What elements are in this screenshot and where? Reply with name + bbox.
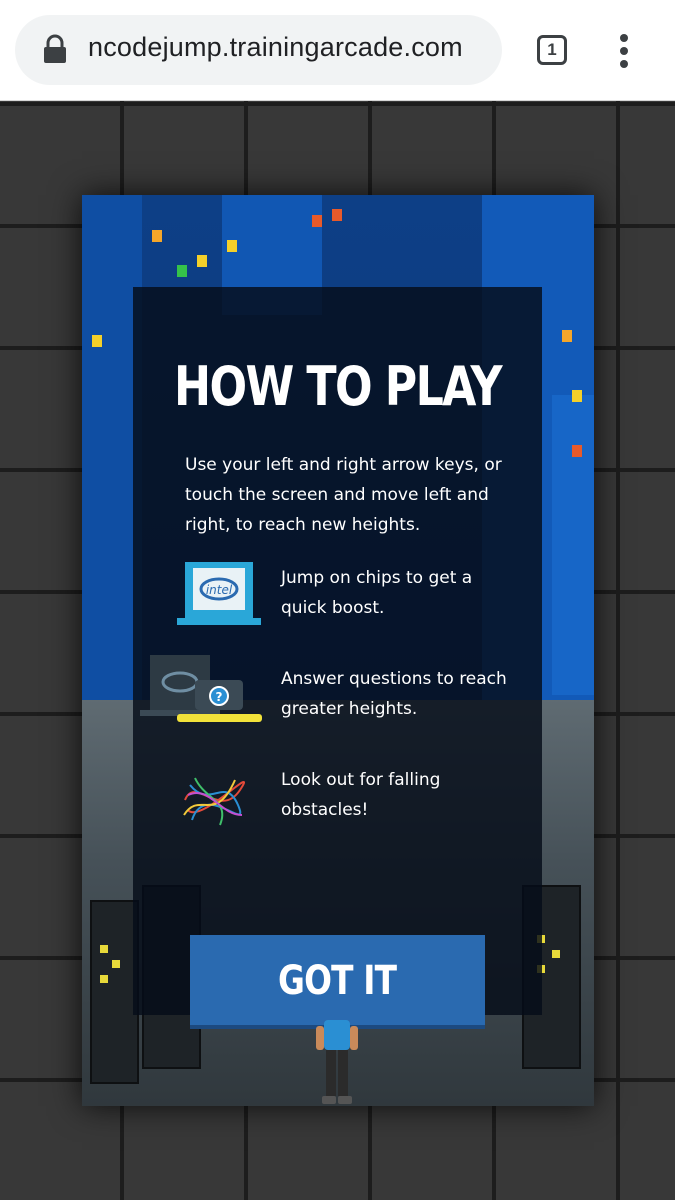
tip-text-chips: Jump on chips to get a quick boost. (281, 568, 473, 618)
page-title: HOW TO PLAY (174, 355, 503, 418)
svg-text:?: ? (216, 690, 223, 704)
chip-logo: intel (206, 583, 233, 597)
url-text[interactable]: ncodejump.trainingarcade.com (88, 32, 463, 63)
got-it-button[interactable]: GOT IT (190, 935, 485, 1025)
browser-toolbar: ncodejump.trainingarcade.com 1 (0, 0, 675, 101)
player-character-icon (316, 1020, 358, 1104)
more-menu-icon[interactable] (612, 34, 636, 68)
tangled-wires-icon (183, 777, 245, 826)
instructions-text: Use your left and right arrow keys, or t… (185, 455, 502, 535)
tip-text-obstacles: Look out for falling obstacles! (281, 770, 441, 820)
lock-icon (44, 34, 66, 63)
tip-text-questions: Answer questions to reach greater height… (281, 669, 507, 719)
got-it-label: GOT IT (278, 958, 397, 1004)
chip-icon: intel (177, 562, 261, 625)
question-platform-icon: ? (140, 655, 262, 722)
tab-switcher-button[interactable]: 1 (537, 35, 567, 65)
